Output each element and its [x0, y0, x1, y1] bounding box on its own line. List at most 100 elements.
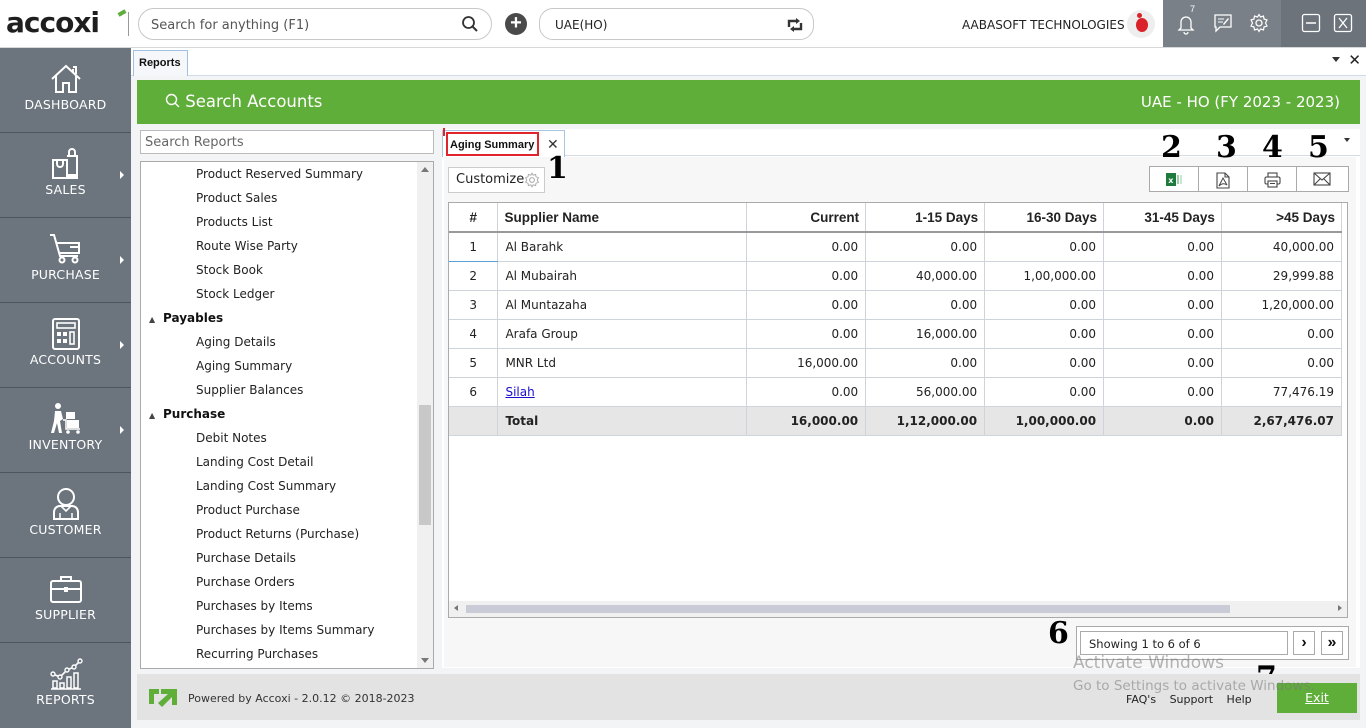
bell-icon[interactable]	[1176, 13, 1196, 38]
export-pdf-button[interactable]	[1199, 167, 1248, 191]
company-selector[interactable]: AABASOFT TECHNOLOGIES▶	[962, 18, 1136, 32]
table-row[interactable]: 1 Al Barahk 0.00 0.00 0.00 0.00 40,000.00	[449, 232, 1343, 262]
support-link[interactable]: Support	[1170, 693, 1213, 706]
sidebar-item-label: ACCOUNTS	[29, 352, 102, 367]
windows-activation-watermark: Activate Windows Go to Settings to activ…	[1073, 653, 1315, 694]
scroll-down-icon[interactable]	[421, 658, 429, 663]
sidebar-item-dashboard[interactable]: DASHBOARD	[0, 48, 131, 133]
collapse-chevron-icon[interactable]: ▲	[149, 315, 159, 324]
scroll-left-icon[interactable]	[454, 605, 458, 611]
report-item[interactable]: Supplier Balances	[196, 383, 303, 397]
table-row[interactable]: 5 MNR Ltd 16,000.00 0.00 0.00 0.00 0.00	[449, 348, 1343, 378]
svg-text:x: x	[1168, 176, 1174, 185]
customize-button[interactable]: Customize	[448, 167, 545, 193]
add-new-button[interactable]: +	[505, 13, 527, 35]
report-item[interactable]: Product Purchase	[196, 503, 300, 517]
tab-highlight-marker	[443, 128, 445, 136]
next-page-button[interactable]: ›	[1293, 631, 1315, 655]
report-item[interactable]: Aging Summary	[196, 359, 292, 373]
amount-cell-d31_45: 0.00	[1103, 261, 1222, 291]
grid-horizontal-scrollbar[interactable]	[449, 601, 1347, 617]
collapse-chevron-icon[interactable]: ▲	[149, 411, 159, 420]
report-group-purchase[interactable]: ▲ Purchase	[149, 407, 225, 421]
user-avatar[interactable]	[1127, 10, 1155, 38]
close-app-icon[interactable]	[1333, 13, 1353, 36]
scrollbar-thumb[interactable]	[419, 405, 431, 525]
sidebar-item-accounts[interactable]: ACCOUNTS	[0, 303, 131, 388]
column-header-1-15-days[interactable]: 1-15 Days	[865, 203, 986, 233]
search-icon[interactable]	[461, 15, 479, 36]
global-search-input[interactable]	[151, 15, 451, 35]
sidebar-item-reports[interactable]: REPORTS	[0, 643, 131, 728]
column-header-31-45-days[interactable]: 31-45 Days	[1103, 203, 1222, 233]
column-header-supplier-name[interactable]: Supplier Name	[497, 203, 748, 233]
column-header-number[interactable]: #	[449, 203, 499, 233]
column-header-over-45-days[interactable]: >45 Days	[1221, 203, 1343, 233]
amount-cell-d31_45: 0.00	[1103, 377, 1222, 407]
branch-selector[interactable]: UAE(HO)	[539, 8, 814, 40]
report-item[interactable]: Products List	[196, 215, 273, 229]
switch-branch-icon[interactable]	[785, 15, 805, 38]
supplier-link[interactable]: Silah	[505, 385, 534, 399]
table-row[interactable]: 6 Silah 0.00 56,000.00 0.00 0.00 77,476.19	[449, 377, 1343, 407]
reports-list-scrollbar[interactable]	[417, 162, 433, 668]
tab-reports[interactable]: Reports	[133, 50, 188, 76]
search-accounts-button[interactable]: Search Accounts	[165, 92, 322, 111]
tab-list-dropdown-icon[interactable]	[1332, 57, 1340, 62]
sidebar-item-customer[interactable]: CUSTOMER	[0, 473, 131, 558]
report-item[interactable]: Recurring Purchases	[196, 647, 318, 661]
report-item[interactable]: Landing Cost Detail	[196, 455, 313, 469]
gear-icon[interactable]	[1249, 13, 1269, 36]
submenu-arrow-icon	[120, 426, 124, 434]
sidebar-item-label: PURCHASE	[31, 267, 100, 282]
report-tabs-dropdown-icon[interactable]	[1344, 138, 1350, 142]
search-reports-input[interactable]	[140, 130, 434, 154]
sidebar-item-inventory[interactable]: INVENTORY	[0, 388, 131, 473]
report-item[interactable]: Stock Ledger	[196, 287, 274, 301]
scroll-right-icon[interactable]	[1338, 605, 1342, 611]
row-number: 6	[449, 377, 499, 407]
report-item[interactable]: Aging Details	[196, 335, 276, 349]
report-item[interactable]: Purchases by Items	[196, 599, 313, 613]
close-tab-icon[interactable]: ✕	[1348, 51, 1361, 69]
report-item[interactable]: Product Sales	[196, 191, 277, 205]
report-item[interactable]: Purchase Details	[196, 551, 296, 565]
feedback-icon[interactable]	[1213, 13, 1233, 36]
print-button[interactable]	[1248, 167, 1297, 191]
amount-cell-d31_45: 0.00	[1103, 232, 1222, 262]
sidebar-item-sales[interactable]: SALES	[0, 133, 131, 218]
column-header-current[interactable]: Current	[746, 203, 867, 233]
report-item[interactable]: Product Reserved Summary	[196, 167, 363, 181]
table-row[interactable]: 4 Arafa Group 0.00 16,000.00 0.00 0.00 0.00	[449, 319, 1343, 349]
scroll-up-icon[interactable]	[421, 167, 429, 172]
amount-cell-d45: 29,999.88	[1221, 261, 1343, 291]
amount-cell-current: 0.00	[746, 290, 867, 320]
sidebar-item-supplier[interactable]: SUPPLIER	[0, 558, 131, 643]
report-item[interactable]: Route Wise Party	[196, 239, 298, 253]
faq-link[interactable]: FAQ's	[1126, 693, 1156, 706]
total-row: Total 16,000.00 1,12,000.00 1,00,000.00 0.00…	[449, 406, 1343, 436]
report-item[interactable]: Stock Book	[196, 263, 263, 277]
report-item[interactable]: Landing Cost Summary	[196, 479, 336, 493]
supplier-name-cell: Arafa Group	[497, 319, 748, 349]
export-excel-button[interactable]: x	[1150, 167, 1199, 191]
table-row[interactable]: 2 Al Mubairah 0.00 40,000.00 1,00,000.00 0.00…	[449, 261, 1343, 291]
help-link[interactable]: Help	[1227, 693, 1252, 706]
report-item[interactable]: Debit Notes	[196, 431, 267, 445]
supplier-name-cell: Silah	[497, 377, 748, 407]
report-item[interactable]: Product Returns (Purchase)	[196, 527, 359, 541]
report-group-payables[interactable]: ▲ Payables	[149, 311, 223, 325]
email-button[interactable]	[1297, 167, 1346, 191]
scrollbar-thumb[interactable]	[466, 605, 1230, 613]
sidebar-item-purchase[interactable]: PURCHASE	[0, 218, 131, 303]
report-item[interactable]: Purchases by Items Summary	[196, 623, 374, 637]
report-item[interactable]: Purchase Orders	[196, 575, 295, 589]
sidebar-item-label: INVENTORY	[28, 437, 103, 452]
last-page-button[interactable]: »	[1321, 631, 1343, 655]
callout-5: 5	[1308, 130, 1329, 165]
amount-cell-d45: 0.00	[1221, 348, 1343, 378]
column-header-16-30-days[interactable]: 16-30 Days	[984, 203, 1105, 233]
customer-icon	[53, 488, 79, 520]
minimize-icon[interactable]	[1301, 13, 1321, 36]
table-row[interactable]: 3 Al Muntazaha 0.00 0.00 0.00 0.00 1,20,000.00	[449, 290, 1343, 320]
